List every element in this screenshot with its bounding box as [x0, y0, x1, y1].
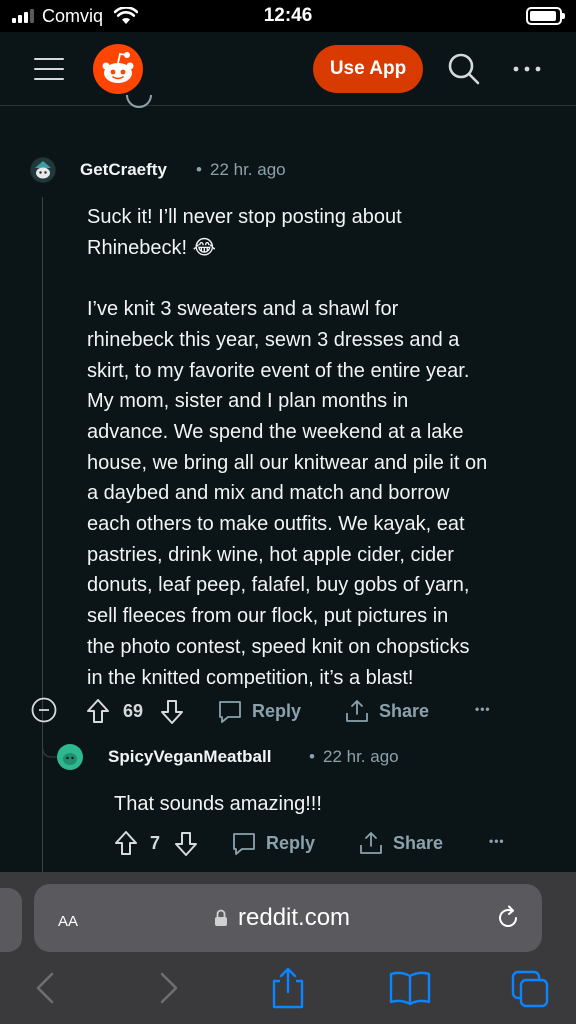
- comment-line: in the knitted competition, it’s a blast…: [87, 666, 414, 689]
- thread-line[interactable]: [42, 197, 43, 873]
- comment-line: Suck it! I’ll never stop posting about: [87, 206, 402, 228]
- battery-icon: [526, 7, 565, 25]
- clock: 12:46: [263, 5, 313, 26]
- comment-line: My mom, sister and I plan months in: [87, 390, 409, 413]
- safari-bottom-bar: AA reddit.com: [0, 872, 576, 1024]
- comment-line: pastries, drink wine, hot apple cider, c…: [87, 543, 454, 566]
- reddit-logo[interactable]: [93, 44, 143, 94]
- reply-icon: [233, 833, 255, 855]
- meta-separator: •: [309, 747, 315, 766]
- comment-timestamp: 22 hr. ago: [210, 160, 286, 179]
- more-actions-button[interactable]: •••: [489, 834, 505, 848]
- forward-icon[interactable]: [148, 966, 188, 1010]
- downvote-icon[interactable]: [174, 831, 198, 857]
- share-icon: [346, 700, 368, 722]
- avatar[interactable]: [57, 744, 83, 770]
- upvote-icon[interactable]: [114, 830, 138, 856]
- reddit-snoo-icon: [102, 52, 134, 83]
- url-text: reddit.com: [238, 904, 351, 931]
- comment-line: house, we bring all our knitwear and pil…: [87, 451, 488, 474]
- reply-icon: [219, 701, 241, 723]
- status-bar: Comviq 12:46: [0, 0, 576, 32]
- comment-timestamp: 22 hr. ago: [323, 747, 399, 766]
- previous-tab-peek[interactable]: [0, 888, 22, 952]
- address-bar[interactable]: AA reddit.com: [34, 884, 542, 952]
- vote-count: 7: [150, 833, 161, 853]
- share-button[interactable]: Share: [344, 698, 429, 724]
- reply-label: Reply: [252, 700, 302, 721]
- comment-line: skirt, to my favorite event of the entir…: [87, 359, 470, 382]
- reddit-header: Use App: [0, 32, 576, 106]
- downvote-icon[interactable]: [160, 699, 184, 725]
- share-sheet-icon[interactable]: [268, 966, 308, 1010]
- comment-line: donuts, leaf peep, falafel, buy gobs of …: [87, 574, 470, 597]
- comment-line: [87, 263, 557, 294]
- comment-line: a daybed and mix and match and borrow: [87, 482, 450, 505]
- comment-line: advance. We spend the weekend at a lake: [87, 420, 464, 443]
- browser-toolbar: [0, 966, 576, 1016]
- comment-line: the photo contest, speed knit on chopsti…: [87, 635, 470, 658]
- text-size-button[interactable]: AA: [58, 906, 78, 932]
- comment-username[interactable]: SpicyVeganMeatball: [108, 747, 271, 767]
- meta-separator: •: [196, 160, 202, 179]
- comment-line: sell fleeces from our flock, put picture…: [87, 605, 449, 628]
- back-icon[interactable]: [26, 966, 66, 1010]
- use-app-button[interactable]: Use App: [313, 45, 423, 93]
- comment-username[interactable]: GetCraefty: [80, 160, 167, 180]
- text-size-label: AA: [58, 913, 79, 930]
- comment-line: Rhinebeck! 😂: [87, 236, 216, 259]
- lock-icon: [215, 909, 227, 926]
- comment-body: Suck it! I’ll never stop posting about R…: [87, 202, 557, 693]
- share-label: Share: [379, 700, 430, 721]
- comment-body: That sounds amazing!!!: [114, 793, 322, 815]
- comment-line: rhinebeck this year, sewn 3 dresses and …: [87, 328, 460, 351]
- collapse-thread-icon[interactable]: [31, 697, 57, 723]
- vote-count: 69: [123, 701, 144, 721]
- reply-label: Reply: [266, 832, 316, 853]
- more-options-icon[interactable]: [510, 54, 544, 84]
- comment-line: I’ve knit 3 sweaters and a shawl for: [87, 298, 399, 321]
- collapse-icon-partial: [126, 95, 152, 108]
- tabs-icon[interactable]: [510, 966, 550, 1010]
- share-button[interactable]: Share: [358, 830, 443, 856]
- search-icon[interactable]: [446, 51, 482, 87]
- upvote-icon[interactable]: [86, 698, 110, 724]
- reply-button[interactable]: Reply: [231, 830, 315, 856]
- more-actions-button[interactable]: •••: [475, 702, 491, 716]
- hamburger-menu-icon[interactable]: [34, 56, 64, 82]
- avatar[interactable]: [30, 157, 56, 183]
- reload-icon[interactable]: [494, 904, 522, 932]
- snoo-avatar-icon: [31, 158, 55, 182]
- bookmarks-icon[interactable]: [388, 966, 432, 1010]
- reply-button[interactable]: Reply: [217, 698, 301, 724]
- share-icon: [360, 832, 382, 854]
- share-label: Share: [393, 832, 444, 853]
- comment-line: each others to make outfits. We kayak, e…: [87, 513, 465, 536]
- snoo-avatar-icon: [58, 745, 82, 769]
